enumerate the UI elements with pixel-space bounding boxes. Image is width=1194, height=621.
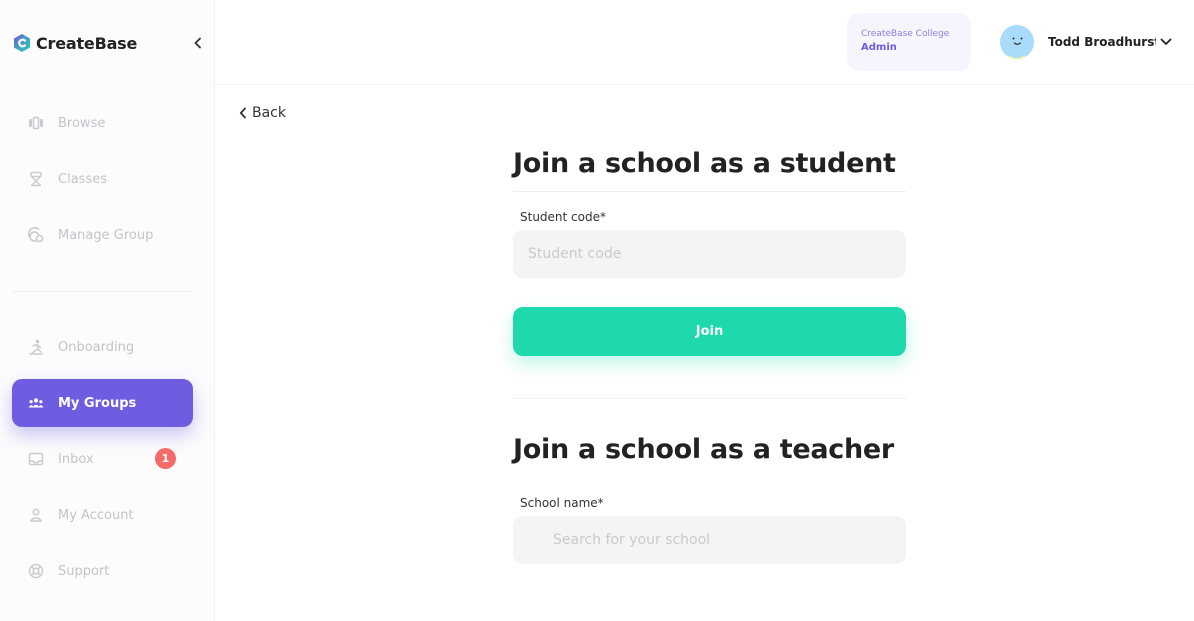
school-name-label: School name* [520, 496, 604, 510]
browse-icon [28, 115, 44, 131]
student-code-label: Student code* [520, 210, 606, 224]
back-link[interactable]: Back [239, 104, 286, 122]
brand-name: CreateBase [36, 33, 138, 53]
manage-group-icon [28, 227, 44, 243]
groups-icon [28, 395, 44, 411]
student-section-title: Join a school as a student [513, 148, 896, 179]
top-header: CreateBase College Admin Todd Broadhurst [215, 0, 1194, 85]
sidebar-divider [12, 291, 193, 292]
chevron-left-icon [239, 107, 246, 119]
support-icon [28, 563, 44, 579]
sidebar-item-label: Support [58, 563, 110, 579]
sidebar-item-my-groups[interactable]: My Groups [12, 379, 193, 427]
createbase-logo-icon [14, 34, 30, 52]
sidebar-item-label: Browse [58, 115, 106, 131]
sidebar-item-label: My Account [58, 507, 134, 523]
sidebar-item-support[interactable]: Support [12, 547, 193, 595]
sidebar-item-inbox[interactable]: Inbox 1 [12, 435, 193, 483]
sidebar-item-label: Onboarding [58, 339, 135, 355]
sidebar-item-manage-group[interactable]: Manage Group [12, 211, 193, 259]
sidebar-item-classes[interactable]: Classes [12, 155, 193, 203]
organisation-role: Admin [861, 42, 897, 53]
sidebar-item-label: Inbox [58, 451, 94, 467]
sidebar-item-my-account[interactable]: My Account [12, 491, 193, 539]
inbox-icon [28, 451, 44, 467]
student-code-input[interactable] [513, 230, 906, 278]
user-menu[interactable]: Todd Broadhurst [1000, 22, 1175, 62]
join-button[interactable]: Join [513, 307, 906, 356]
sidebar-item-browse[interactable]: Browse [12, 99, 193, 147]
smiley-face-icon [1000, 25, 1034, 59]
sidebar: CreateBase Browse Classes Manage Group O… [0, 0, 215, 621]
brand[interactable]: CreateBase [12, 30, 207, 56]
app: CreateBase Browse Classes Manage Group O… [0, 0, 1194, 621]
section-divider [513, 398, 906, 399]
school-search [513, 516, 906, 564]
collapse-sidebar-button[interactable] [188, 32, 208, 54]
chevron-down-icon [1160, 38, 1172, 46]
sidebar-item-label: Classes [58, 171, 107, 187]
student-title-divider [513, 191, 906, 192]
inbox-unread-badge: 1 [155, 448, 176, 469]
sidebar-item-label: My Groups [58, 395, 137, 411]
classes-icon [28, 171, 44, 187]
avatar [1000, 25, 1034, 59]
chevron-left-icon [194, 37, 201, 49]
back-label: Back [252, 105, 286, 121]
sidebar-item-onboarding[interactable]: Onboarding [12, 323, 193, 371]
sidebar-item-label: Manage Group [58, 227, 154, 243]
onboarding-icon [28, 339, 44, 355]
organisation-switcher[interactable]: CreateBase College Admin [847, 13, 971, 71]
account-icon [28, 507, 44, 523]
teacher-section-title: Join a school as a teacher [513, 434, 894, 465]
school-search-input[interactable] [513, 516, 906, 564]
organisation-name: CreateBase College [861, 29, 950, 39]
user-name: Todd Broadhurst [1048, 35, 1156, 49]
